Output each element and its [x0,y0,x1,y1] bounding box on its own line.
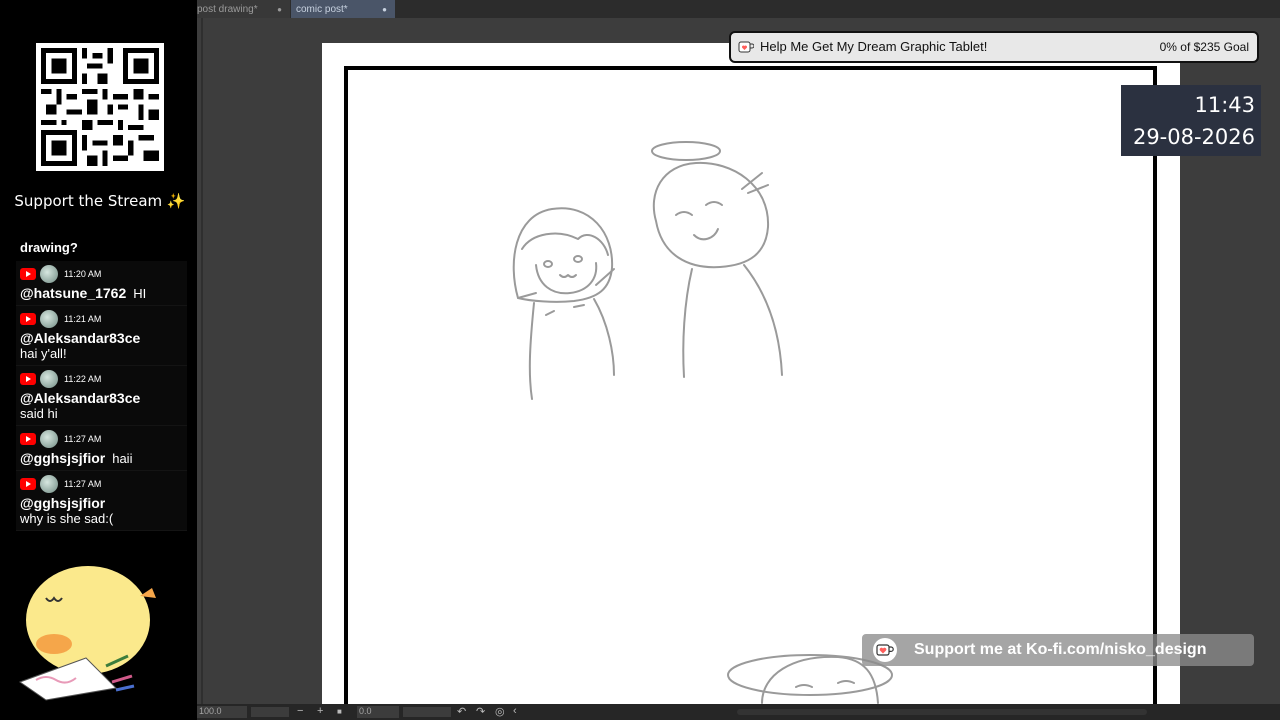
chat-username: @hatsune_1762 [20,285,127,301]
rotation-slider[interactable] [403,707,451,717]
stream-sidebar: Support the Stream ✨ drawing? 11:20 AM @… [0,0,197,720]
kofi-cup-icon [873,638,897,662]
fit-view-icon[interactable]: ■ [337,707,342,716]
rotate-right-icon[interactable]: ↷ [476,705,485,718]
chevron-left-icon[interactable]: ‹ [513,705,517,717]
clock-date: 29-08-2026 [1132,125,1255,149]
avatar [40,265,58,283]
tab-label: comic post* [296,3,348,15]
mascot-chick-illustration [18,566,156,701]
chat-username: @Aleksandar83ce [20,330,141,346]
chat-text: HI [133,286,147,301]
chat-username: @gghsjsjfior [20,495,106,511]
chat-message: 11:21 AM @Aleksandar83ce hai y'all! [16,306,187,366]
chat-message: 11:27 AM @gghsjsjfior haii [16,426,187,471]
clock-widget: 11:43 29-08-2026 [1121,85,1261,156]
qr-code [36,43,164,171]
support-title: Support the Stream ✨ [14,192,186,210]
chat-message: 11:22 AM @Aleksandar83ce said hi [16,366,187,426]
message-time: 11:22 AM [64,374,102,384]
document-tab-bar: post drawing* ● comic post* ● [197,0,1280,18]
status-bar: 100.0 − + ■ 0.0 ↶ ↷ ◎ ‹ [197,704,1280,720]
youtube-icon [20,478,36,490]
avatar [40,310,58,328]
kofi-banner: Support me at Ko-fi.com/nisko_design [862,634,1254,666]
youtube-icon [20,433,36,445]
chat-text: haii [112,451,133,466]
chat-text: hai y'all! [20,346,67,361]
horizontal-scrollbar[interactable] [737,709,1147,715]
rotate-left-icon[interactable]: ↶ [457,705,466,718]
kofi-text: Support me at Ko-fi.com/nisko_design [914,641,1207,658]
tab-label: post drawing* [197,3,258,15]
live-chat[interactable]: drawing? 11:20 AM @hatsune_1762 HI 11:21 … [16,236,187,562]
chat-text: why is she sad:( [20,511,114,526]
tab-close-icon[interactable]: ● [382,5,387,14]
tab-close-icon[interactable]: ● [277,5,282,14]
avatar [40,430,58,448]
tab-comic-post[interactable]: comic post* ● [291,0,395,18]
message-time: 11:27 AM [64,434,102,444]
qr-code-icon [36,43,164,171]
message-time: 11:27 AM [64,479,102,489]
zoom-out-button[interactable]: − [297,705,303,717]
avatar [40,370,58,388]
goal-title: Help Me Get My Dream Graphic Tablet! [760,39,988,54]
zoom-slider[interactable] [251,707,289,717]
goal-progress: 0% of $235 Goal [1159,40,1249,54]
chat-message: 11:20 AM @hatsune_1762 HI [16,261,187,306]
kofi-cup-icon [738,41,754,53]
message-time: 11:21 AM [64,314,102,324]
rotation-field[interactable]: 0.0 [357,706,399,718]
clock-time: 11:43 [1194,93,1255,117]
tab-post-drawing[interactable]: post drawing* ● [197,0,290,18]
youtube-icon [20,313,36,325]
chat-text: said hi [20,406,58,421]
sketch-drawing [512,141,893,704]
reset-rotation-icon[interactable]: ◎ [495,705,505,718]
youtube-icon [20,373,36,385]
chat-username: @Aleksandar83ce [20,390,141,406]
avatar [40,475,58,493]
zoom-in-button[interactable]: + [317,705,323,717]
youtube-icon [20,268,36,280]
chat-message-fragment: drawing? [20,240,78,255]
donation-goal-bar: Help Me Get My Dream Graphic Tablet! 0% … [729,31,1259,63]
zoom-field[interactable]: 100.0 [197,706,247,718]
chat-username: @gghsjsjfior [20,450,106,466]
chat-message: 11:27 AM @gghsjsjfior why is she sad:( [16,471,187,531]
panel-divider [201,18,203,704]
message-time: 11:20 AM [64,269,102,279]
